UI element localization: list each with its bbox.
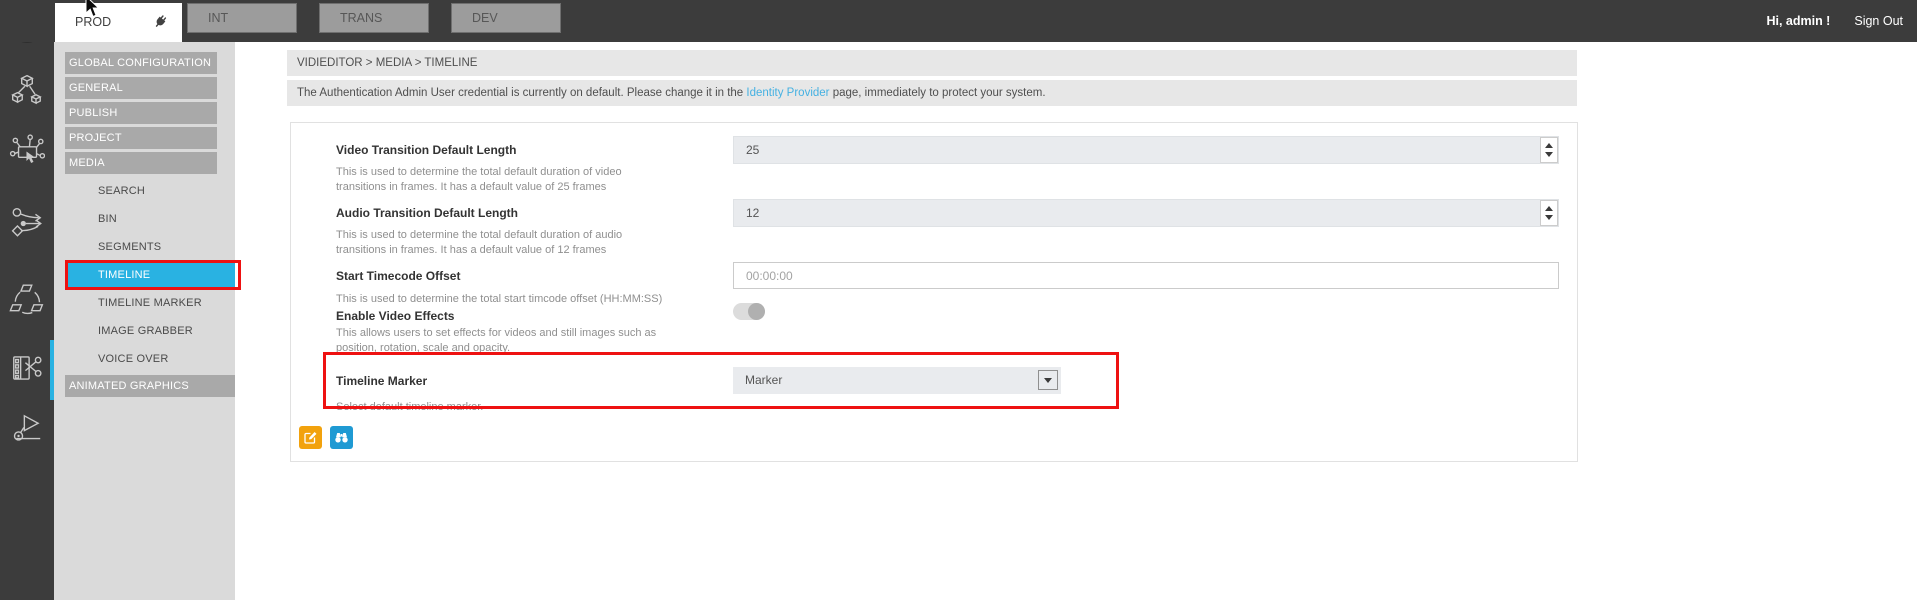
spinner-up-icon[interactable]	[1545, 143, 1553, 148]
interactive-config-icon[interactable]	[9, 133, 45, 169]
warning-banner: The Authentication Admin User credential…	[287, 80, 1577, 106]
modules-icon[interactable]	[9, 73, 45, 109]
sidebar-group-general[interactable]: GENERAL	[65, 77, 217, 99]
dropdown-arrow-button[interactable]	[1038, 370, 1058, 390]
warning-text: The Authentication Admin User credential…	[297, 87, 746, 99]
tool-rail: CP	[0, 0, 54, 600]
field-label-video-transition: Video Transition Default Length	[336, 143, 516, 157]
spinner-down-icon[interactable]	[1545, 215, 1553, 220]
sign-out-link[interactable]: Sign Out	[1854, 14, 1903, 28]
timeline-marker-dropdown[interactable]: Marker	[733, 367, 1061, 394]
video-transition-spinner[interactable]	[1540, 137, 1558, 163]
audio-transition-spinner[interactable]	[1540, 200, 1558, 226]
env-tab-trans[interactable]: TRANS	[319, 3, 429, 33]
workflow-icon[interactable]	[9, 205, 45, 241]
sidebar-item-segments[interactable]: SEGMENTS	[68, 235, 235, 259]
field-label-enable-video-effects: Enable Video Effects	[336, 309, 454, 323]
exchange-icon[interactable]	[9, 281, 45, 317]
breadcrumb-text: VIDIEDITOR > MEDIA > TIMELINE	[297, 57, 477, 69]
env-tab-int[interactable]: INT	[187, 3, 297, 33]
sidebar-item-voice-over[interactable]: VOICE OVER	[68, 347, 235, 371]
env-tab-label: DEV	[472, 11, 498, 25]
save-edit-button[interactable]	[299, 426, 322, 449]
top-bar: PROD INT TRANS DEV Hi, admin ! Sign Out	[0, 0, 1917, 42]
warning-text: page, immediately to protect your system…	[830, 87, 1046, 99]
video-editor-icon[interactable]	[9, 350, 45, 386]
sidebar-group-media[interactable]: MEDIA	[65, 152, 217, 174]
binoculars-icon	[334, 430, 349, 445]
breadcrumb: VIDIEDITOR > MEDIA > TIMELINE	[287, 50, 1577, 76]
annotation-box-timeline	[65, 260, 241, 290]
chevron-down-icon	[1044, 378, 1052, 383]
sidebar-group-global-configuration[interactable]: GLOBAL CONFIGURATION	[65, 52, 217, 74]
app-window: PROD INT TRANS DEV Hi, admin ! Sign Out …	[0, 0, 1917, 600]
field-label-start-timecode: Start Timecode Offset	[336, 269, 460, 283]
sidebar-item-image-grabber[interactable]: IMAGE GRABBER	[68, 319, 235, 343]
sidebar-item-timeline[interactable]: TIMELINE	[68, 263, 235, 287]
field-label-audio-transition: Audio Transition Default Length	[336, 206, 518, 220]
audio-transition-input[interactable]	[733, 199, 1559, 227]
mouse-cursor	[80, 0, 100, 20]
sidebar-group-project[interactable]: PROJECT	[65, 127, 217, 149]
start-timecode-input[interactable]	[733, 262, 1559, 289]
spinner-down-icon[interactable]	[1545, 152, 1553, 157]
field-description: This is used to determine the total star…	[336, 292, 716, 307]
video-effects-toggle[interactable]	[733, 303, 765, 320]
identity-provider-link[interactable]: Identity Provider	[746, 87, 829, 99]
field-label-timeline-marker: Timeline Marker	[336, 374, 427, 388]
field-description: Select default timeline marker.	[336, 400, 716, 415]
sidebar-group-animated-graphics[interactable]: ANIMATED GRAPHICS	[65, 375, 235, 397]
design-icon[interactable]	[9, 410, 45, 446]
sidebar-group-publish[interactable]: PUBLISH	[65, 102, 217, 124]
sidebar-item-timeline-marker[interactable]: TIMELINE MARKER	[68, 291, 235, 315]
video-transition-input[interactable]	[733, 136, 1559, 164]
active-tool-indicator	[50, 340, 54, 400]
spinner-up-icon[interactable]	[1545, 206, 1553, 211]
env-tab-dev[interactable]: DEV	[451, 3, 561, 33]
find-button[interactable]	[330, 426, 353, 449]
config-sidebar: GLOBAL CONFIGURATION GENERAL PUBLISH PRO…	[54, 42, 235, 600]
user-greeting: Hi, admin !	[1766, 14, 1830, 28]
env-tab-label: TRANS	[340, 11, 382, 25]
toggle-knob	[748, 303, 765, 320]
dropdown-selected-value: Marker	[745, 373, 782, 387]
sidebar-item-label: TIMELINE	[98, 269, 150, 281]
edit-icon	[303, 430, 318, 445]
sidebar-item-search[interactable]: SEARCH	[68, 179, 235, 203]
env-tab-label: INT	[208, 11, 228, 25]
field-description: This is used to determine the total defa…	[336, 228, 716, 258]
sidebar-item-bin[interactable]: BIN	[68, 207, 235, 231]
settings-form: Video Transition Default Length This is …	[290, 122, 1578, 462]
plug-icon	[152, 14, 168, 30]
user-area: Hi, admin ! Sign Out	[1766, 0, 1903, 42]
env-tab-prod[interactable]: PROD	[55, 3, 182, 42]
field-description: This allows users to set effects for vid…	[336, 326, 716, 356]
field-description: This is used to determine the total defa…	[336, 165, 716, 195]
